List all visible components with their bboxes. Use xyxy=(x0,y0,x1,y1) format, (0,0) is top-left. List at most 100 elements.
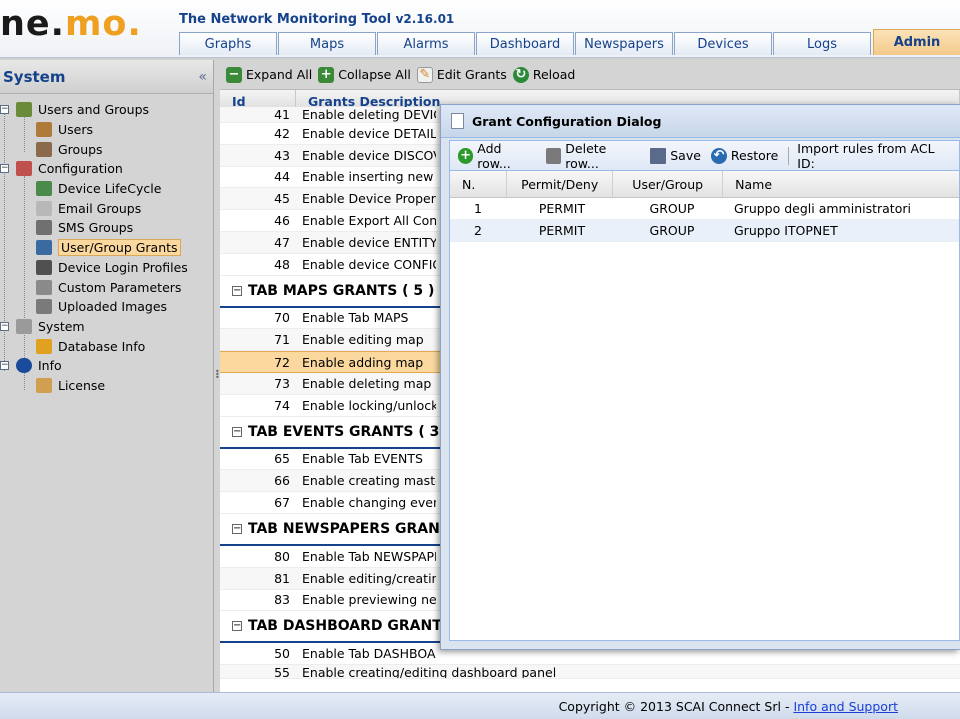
save-button[interactable]: Save xyxy=(650,147,701,164)
tree-node-sms-groups[interactable]: SMS Groups xyxy=(0,218,213,238)
tree-node-user-group-grants[interactable]: User/Group Grants xyxy=(0,238,213,258)
tree-node-database-info[interactable]: Database Info xyxy=(0,336,213,356)
app-header: ne.mo. The Network Monitoring Tool v2.16… xyxy=(0,0,960,58)
cell-id: 74 xyxy=(274,397,290,413)
tree-node-label: Custom Parameters xyxy=(58,279,182,295)
delete-row-button[interactable]: Delete row... xyxy=(546,141,640,171)
tab-newspapers[interactable]: Newspapers xyxy=(575,32,673,55)
tree-node-label: Users xyxy=(58,122,94,138)
collapse-node-icon[interactable]: − xyxy=(0,105,9,115)
group-header-dashboard[interactable]: − TAB DASHBOARD GRANT xyxy=(220,611,440,644)
collapse-node-icon[interactable]: − xyxy=(0,321,9,331)
cell-desc: Enable adding map xyxy=(302,354,424,370)
cell-desc: Enable Tab DASHBOARD xyxy=(302,646,436,662)
cell-n: 1 xyxy=(474,201,482,216)
system-panel: System « − Users and Groups Users Groups… xyxy=(0,60,214,692)
group-title: TAB EVENTS GRANTS ( 3 xyxy=(248,423,440,440)
reload-label: Reload xyxy=(532,67,576,82)
tab-admin[interactable]: Admin xyxy=(873,29,960,55)
copyright-text: Copyright © 2013 SCAI Connect Srl - xyxy=(558,698,790,714)
collapse-group-icon[interactable]: − xyxy=(232,285,242,296)
tree-node-label: Device Login Profiles xyxy=(58,259,188,275)
tab-maps[interactable]: Maps xyxy=(278,32,376,55)
reload-button[interactable]: ↻ Reload xyxy=(512,66,576,83)
cell-id: 42 xyxy=(274,125,290,141)
tree-node-users[interactable]: Users xyxy=(0,120,213,140)
tree-node-device-login-profiles[interactable]: Device Login Profiles xyxy=(0,258,213,278)
collapse-panel-icon[interactable]: « xyxy=(198,69,207,85)
groups-icon xyxy=(36,141,52,157)
tree-node-custom-parameters[interactable]: Custom Parameters xyxy=(0,277,213,297)
group-header-maps[interactable]: − TAB MAPS GRANTS ( 5 ) xyxy=(220,275,440,308)
main-tabs: Graphs Maps Alarms Dashboard Newspapers … xyxy=(179,29,960,55)
cell-id: 67 xyxy=(274,495,290,511)
expand-all-button[interactable]: − Expand All xyxy=(226,66,312,83)
dialog-title: Grant Configuration Dialog xyxy=(472,113,662,129)
info-support-link[interactable]: Info and Support xyxy=(793,699,898,714)
tree-node-label: License xyxy=(58,377,106,393)
custom-params-icon xyxy=(36,279,52,295)
edit-grants-button[interactable]: ✎ Edit Grants xyxy=(416,66,507,83)
dialog-grid-body: 1 PERMIT GROUP Gruppo degli amministrato… xyxy=(450,198,959,242)
collapse-group-icon[interactable]: − xyxy=(232,426,242,437)
cell-id: 48 xyxy=(274,256,290,272)
group-header-events[interactable]: − TAB EVENTS GRANTS ( 3 xyxy=(220,416,440,449)
login-profile-icon xyxy=(36,259,52,275)
table-row[interactable]: 1 PERMIT GROUP Gruppo degli amministrato… xyxy=(450,198,959,220)
tree-node-label: SMS Groups xyxy=(58,220,134,236)
tree-node-uploaded-images[interactable]: Uploaded Images xyxy=(0,297,213,317)
group-header-newspapers[interactable]: − TAB NEWSPAPERS GRAN xyxy=(220,513,440,546)
import-rules-text: Import rules from ACL ID: xyxy=(797,140,935,171)
tree-node-groups[interactable]: Groups xyxy=(0,139,213,159)
edit-icon: ✎ xyxy=(416,66,433,83)
table-row[interactable]: 55 Enable creating/editing dashboard pane… xyxy=(220,665,960,680)
cell-desc: Enable Tab NEWSPAPER xyxy=(302,548,436,564)
col-user-group[interactable]: User/Group xyxy=(613,171,724,197)
cell-id: 65 xyxy=(274,451,290,467)
expand-icon: − xyxy=(226,66,242,83)
import-rules-label: Import rules from ACL ID: xyxy=(797,141,949,171)
tree-node-users-and-groups[interactable]: − Users and Groups xyxy=(0,100,213,120)
tab-dashboard[interactable]: Dashboard xyxy=(476,32,574,55)
dialog-header[interactable]: Grant Configuration Dialog xyxy=(441,105,960,138)
cell-desc: Enable deleting DEVICE xyxy=(302,107,436,122)
logo-text-2: mo. xyxy=(64,4,142,44)
tree-node-configuration[interactable]: − Configuration xyxy=(0,159,213,179)
collapse-node-icon[interactable]: − xyxy=(0,361,9,371)
tab-graphs[interactable]: Graphs xyxy=(179,32,277,55)
images-icon xyxy=(36,299,52,315)
add-row-button[interactable]: + Add row... xyxy=(458,141,536,171)
tab-devices[interactable]: Devices xyxy=(674,32,772,55)
col-permit-deny[interactable]: Permit/Deny xyxy=(507,171,614,197)
col-n[interactable]: N. xyxy=(450,171,508,197)
table-row[interactable]: 2 PERMIT GROUP Gruppo ITOPNET xyxy=(450,220,959,242)
cell-id: 71 xyxy=(274,332,290,348)
grants-icon xyxy=(36,240,52,256)
tab-logs[interactable]: Logs xyxy=(773,32,871,55)
tree-node-device-lifecycle[interactable]: Device LifeCycle xyxy=(0,179,213,199)
tree-node-info[interactable]: − Info xyxy=(0,356,213,376)
logo-text-1: ne. xyxy=(0,4,65,44)
col-name[interactable]: Name xyxy=(723,171,959,197)
tree-node-email-groups[interactable]: Email Groups xyxy=(0,198,213,218)
cell-id: 47 xyxy=(274,234,290,250)
collapse-node-icon[interactable]: − xyxy=(0,164,9,174)
restore-button[interactable]: ↶ Restore xyxy=(710,147,778,164)
cell-id: 81 xyxy=(274,570,290,586)
tree-node-label: System xyxy=(38,318,85,334)
cell-id: 73 xyxy=(274,375,290,391)
tab-alarms[interactable]: Alarms xyxy=(377,32,475,55)
grants-toolbar: − Expand All + Collapse All ✎ Edit Grant… xyxy=(220,60,960,90)
splitter-grip-icon[interactable]: • • • xyxy=(215,368,220,382)
system-icon xyxy=(16,318,32,334)
cell-desc: Enable editing/creating xyxy=(302,570,436,586)
collapse-group-icon[interactable]: − xyxy=(232,621,242,632)
cell-desc: Enable device ENTITY xyxy=(302,234,436,250)
tree-node-system[interactable]: − System xyxy=(0,317,213,337)
users-groups-icon xyxy=(16,102,32,118)
tree-node-license[interactable]: License xyxy=(0,376,213,396)
collapse-group-icon[interactable]: − xyxy=(232,523,242,534)
collapse-all-button[interactable]: + Collapse All xyxy=(318,66,411,83)
collapse-icon: + xyxy=(318,66,335,83)
group-title: TAB NEWSPAPERS GRAN xyxy=(248,520,440,537)
